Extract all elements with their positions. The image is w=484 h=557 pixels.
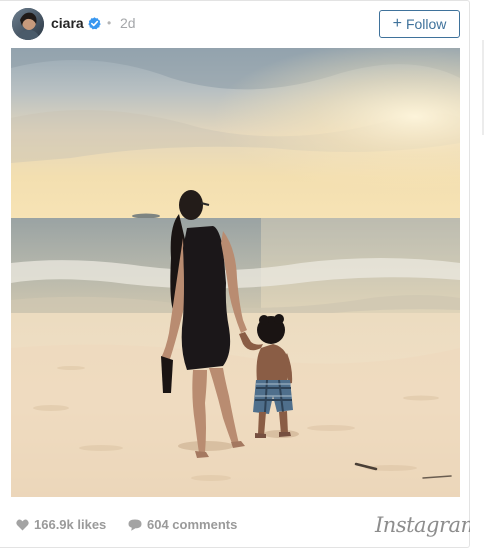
verified-badge-icon [88, 17, 101, 30]
heart-icon [16, 519, 29, 530]
comments-count[interactable]: 604 comments [128, 517, 237, 532]
post-photo[interactable] [11, 48, 460, 497]
beach-photo [11, 48, 460, 497]
post-footer: 166.9k likes 604 comments Instagram [0, 501, 480, 549]
comment-bubble-icon [128, 519, 142, 531]
avatar[interactable] [12, 8, 44, 40]
likes-count[interactable]: 166.9k likes [16, 517, 106, 532]
page-edge [470, 0, 484, 557]
instagram-logo[interactable]: Instagram [375, 513, 480, 537]
follow-button[interactable]: + Follow [379, 10, 460, 38]
username[interactable]: ciara [51, 15, 84, 31]
plus-icon: + [392, 15, 402, 32]
likes-label: 166.9k likes [34, 517, 107, 532]
avatar-image [12, 8, 44, 40]
post-header: ciara • 2d + Follow [0, 1, 470, 47]
follow-label: Follow [405, 16, 447, 32]
separator-dot: • [107, 16, 112, 30]
comments-label: 604 comments [147, 517, 238, 532]
instagram-embed-card: ciara • 2d + Follow 166.9k likes 604 com… [0, 0, 480, 549]
post-time[interactable]: 2d [120, 15, 136, 31]
